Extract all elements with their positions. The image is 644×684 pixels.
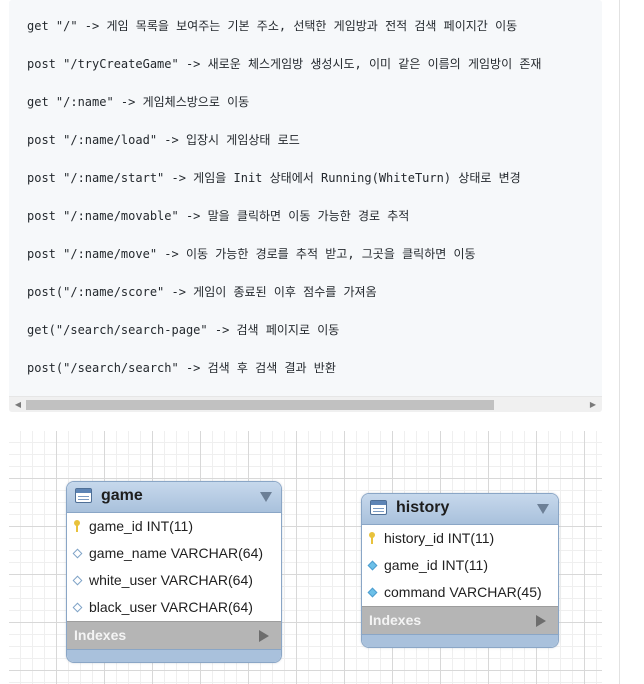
code-line: get "/" -> 게임 목록을 보여주는 기본 주소, 선택한 게임방과 전…: [27, 19, 518, 33]
code-block: get "/" -> 게임 목록을 보여주는 기본 주소, 선택한 게임방과 전…: [9, 0, 602, 412]
code-line: get "/:name" -> 게임체스방으로 이동: [27, 95, 250, 109]
code-line: post("/search/search" -> 검색 후 검색 결과 반환: [27, 361, 336, 375]
column-label: game_id INT(11): [384, 557, 489, 573]
column-row: game_name VARCHAR(64): [67, 540, 281, 567]
column-row: game_id INT(11): [67, 513, 281, 540]
column-label: game_id INT(11): [89, 518, 194, 534]
code-line: post("/:name/score" -> 게임이 종료된 이후 점수를 가져…: [27, 285, 377, 299]
column-label: command VARCHAR(45): [384, 584, 542, 600]
column-row: black_user VARCHAR(64): [67, 594, 281, 621]
code-line: post "/tryCreateGame" -> 새로운 체스게임방 생성시도,…: [27, 57, 542, 71]
collapse-arrow-icon[interactable]: [537, 504, 549, 514]
code-line: post "/:name/start" -> 게임을 Init 상태에서 Run…: [27, 171, 521, 185]
table-footer: [67, 649, 281, 662]
primary-key-icon: [74, 520, 80, 533]
expand-arrow-icon[interactable]: [536, 615, 546, 627]
column-diamond-icon: [72, 548, 83, 559]
foreign-key-diamond-icon: [367, 560, 378, 571]
column-row: command VARCHAR(45): [362, 579, 558, 606]
column-label: history_id INT(11): [384, 530, 495, 546]
indexes-section[interactable]: Indexes: [67, 621, 281, 649]
column-label: black_user VARCHAR(64): [89, 599, 253, 615]
code-line: get("/search/search-page" -> 검색 페이지로 이동: [27, 323, 340, 337]
column-diamond-icon: [72, 575, 83, 586]
code-line: post "/:name/movable" -> 말을 클릭하면 이동 가능한 …: [27, 209, 410, 223]
scroll-right-icon[interactable]: ▶: [586, 397, 600, 412]
scrollbar-thumb[interactable]: [26, 400, 494, 410]
column-diamond-icon: [72, 602, 83, 613]
column-label: game_name VARCHAR(64): [89, 545, 264, 561]
column-label: white_user VARCHAR(64): [89, 572, 253, 588]
column-row: history_id INT(11): [362, 525, 558, 552]
horizontal-scrollbar[interactable]: ◀ ▶: [9, 396, 602, 412]
table-game[interactable]: game game_id INT(11) game_name VARCHAR(6…: [66, 481, 282, 663]
table-name: game: [101, 487, 143, 504]
scroll-left-icon[interactable]: ◀: [11, 397, 25, 412]
table-header: game: [67, 482, 281, 513]
indexes-section[interactable]: Indexes: [362, 606, 558, 634]
primary-key-icon: [369, 532, 375, 545]
table-name: history: [396, 499, 450, 516]
code-line: post "/:name/load" -> 입장시 게임상태 로드: [27, 133, 300, 147]
code-lines: get "/" -> 게임 목록을 보여주는 기본 주소, 선택한 게임방과 전…: [27, 16, 602, 396]
table-header: history: [362, 494, 558, 525]
collapse-arrow-icon[interactable]: [260, 492, 272, 502]
foreign-key-diamond-icon: [367, 587, 378, 598]
column-row: white_user VARCHAR(64): [67, 567, 281, 594]
table-icon: [75, 488, 92, 503]
code-line: post "/:name/move" -> 이동 가능한 경로를 추적 받고, …: [27, 247, 476, 261]
column-row: game_id INT(11): [362, 552, 558, 579]
indexes-label: Indexes: [369, 612, 422, 628]
table-history[interactable]: history history_id INT(11) game_id INT(1…: [361, 493, 559, 648]
table-footer: [362, 634, 558, 647]
indexes-label: Indexes: [74, 627, 127, 643]
er-diagram: game game_id INT(11) game_name VARCHAR(6…: [9, 431, 602, 684]
page-divider: [619, 0, 620, 684]
table-icon: [370, 500, 387, 515]
expand-arrow-icon[interactable]: [259, 630, 269, 642]
